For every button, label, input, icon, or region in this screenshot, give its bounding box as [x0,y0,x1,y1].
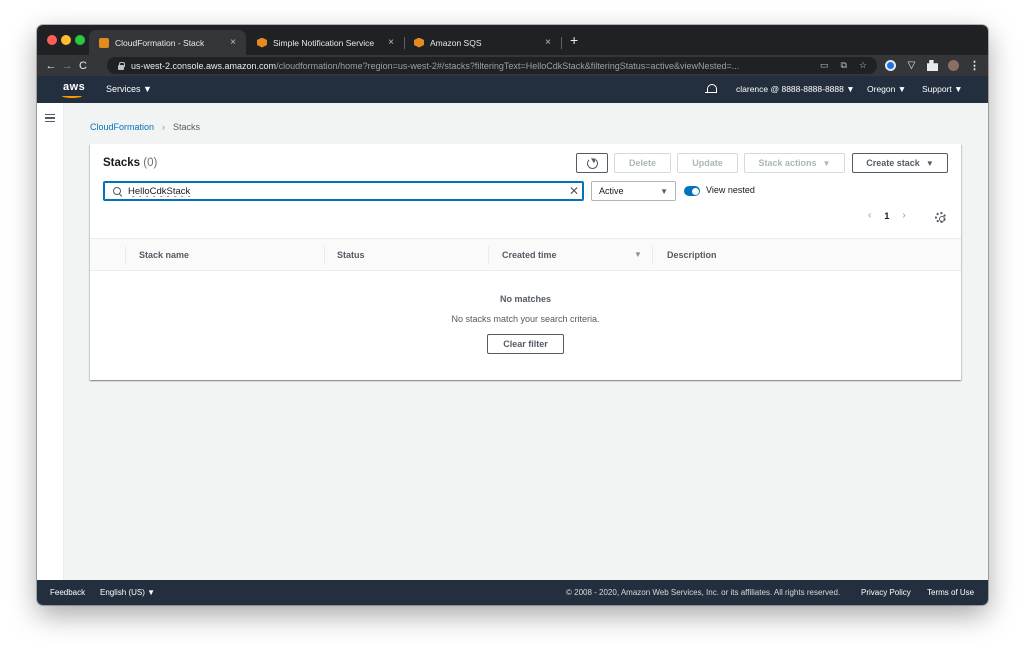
stack-actions-label: Stack actions [758,158,817,168]
close-tab-icon[interactable]: × [541,37,555,48]
privacy-policy-link[interactable]: Privacy Policy [861,588,911,597]
stack-count: (0) [143,157,158,169]
services-menu[interactable]: Services ▼ [106,84,152,94]
bookmark-star-icon[interactable]: ☆ [859,60,867,71]
aws-logo[interactable]: aws [63,81,85,93]
caret-down-icon: ▼ [822,158,831,168]
notifications-bell-icon[interactable] [705,83,717,95]
column-status[interactable]: Status [337,250,365,260]
region-menu[interactable]: Oregon ▼ [867,84,906,94]
cast-icon[interactable]: ▭ [820,60,829,71]
reload-icon[interactable]: C [75,60,91,72]
aws-favicon-icon [257,37,267,48]
refresh-icon [586,157,598,169]
search-icon [113,186,122,196]
account-menu[interactable]: clarence @ 8888-8888-8888 ▼ [736,84,855,94]
breadcrumb-current: Stacks [173,122,201,132]
side-nav-rail [37,103,64,580]
address-bar[interactable]: us-west-2.console.aws.amazon.com /cloudf… [107,57,877,74]
aws-console-header: aws Services ▼ clarence @ 8888-8888-8888… [37,76,988,103]
hamburger-menu-icon[interactable] [45,114,55,122]
panel-title-text: Stacks [103,157,141,169]
panel-title: Stacks (0) [103,157,157,169]
clear-search-icon[interactable]: ✕ [565,184,583,198]
browser-toolbar: ← → C us-west-2.console.aws.amazon.com /… [37,55,988,76]
tab-label: CloudFormation - Stack [115,37,205,48]
empty-state-description: No stacks match your search criteria. [451,314,600,324]
new-tab-button[interactable]: + [570,33,578,47]
tab-divider [561,37,562,49]
password-manager-icon[interactable] [885,60,896,71]
caret-down-icon: ▼ [660,186,668,196]
clear-filter-button[interactable]: Clear filter [487,334,564,354]
support-menu[interactable]: Support ▼ [922,84,963,94]
stack-search-field[interactable]: ✕ [103,181,584,201]
prev-page-icon[interactable]: ‹ [868,210,871,221]
stacks-panel: Stacks (0) Delete Update Stack actions ▼… [90,144,961,380]
empty-state-title: No matches [499,294,552,304]
create-stack-button[interactable]: Create stack ▼ [852,153,948,173]
tab-sqs[interactable]: Amazon SQS × [404,30,561,55]
extensions-puzzle-icon[interactable] [927,60,938,71]
close-tab-icon[interactable]: × [384,37,398,48]
browser-window: CloudFormation - Stack × Simple Notifica… [37,25,988,605]
url-path: /cloudformation/home?region=us-west-2#/s… [276,60,740,71]
minimize-window-button[interactable] [61,35,71,45]
breadcrumb-cloudformation-link[interactable]: CloudFormation [90,122,154,132]
page-number[interactable]: 1 [884,211,889,221]
table-settings-gear-icon[interactable] [935,212,946,223]
next-page-icon[interactable]: › [902,210,905,221]
terms-of-use-link[interactable]: Terms of Use [927,588,974,597]
chevron-right-icon: › [162,122,166,132]
cloudformation-favicon-icon [99,37,109,48]
caret-down-icon: ▼ [925,158,934,168]
lock-icon [117,61,125,70]
close-tab-icon[interactable]: × [226,37,240,48]
copyright-text: © 2008 - 2020, Amazon Web Services, Inc.… [566,588,841,597]
breadcrumb: CloudFormation › Stacks [90,122,200,132]
aws-favicon-icon [414,37,424,48]
tab-strip: CloudFormation - Stack × Simple Notifica… [37,25,988,55]
console-footer: Feedback English (US) ▼ © 2008 - 2020, A… [37,580,988,605]
tab-label: Amazon SQS [430,37,482,48]
column-stack-name[interactable]: Stack name [139,250,189,260]
vpn-shield-icon[interactable]: ▽ [906,60,917,71]
feedback-link[interactable]: Feedback [50,588,85,597]
browser-menu-icon[interactable]: ⋮ [969,59,980,72]
tab-label: Simple Notification Service [273,37,375,48]
aws-smile-icon [62,94,82,98]
column-divider [488,246,489,265]
status-filter-select[interactable]: Active ▼ [591,181,676,201]
column-divider [324,246,325,265]
view-nested-label: View nested [706,185,755,195]
stack-actions-button[interactable]: Stack actions ▼ [744,153,845,173]
refresh-button[interactable] [576,153,608,173]
table-header: Stack name Status Created time ▼ Descrip… [90,238,961,271]
pagination: ‹ 1 › [868,210,906,221]
close-window-button[interactable] [47,35,57,45]
zoom-window-button[interactable] [75,35,85,45]
status-filter-value: Active [599,186,624,196]
profile-avatar-icon[interactable] [948,60,959,71]
tab-cloudformation[interactable]: CloudFormation - Stack × [89,30,246,55]
column-divider [125,246,126,265]
back-arrow-icon[interactable]: ← [43,60,59,72]
column-description[interactable]: Description [667,250,717,260]
url-host: us-west-2.console.aws.amazon.com [131,60,277,71]
update-button[interactable]: Update [677,153,738,173]
delete-button[interactable]: Delete [614,153,671,173]
forward-arrow-icon[interactable]: → [59,60,75,72]
create-stack-label: Create stack [866,158,920,168]
sort-descending-icon[interactable]: ▼ [634,250,642,259]
search-input[interactable] [128,185,565,197]
tab-sns[interactable]: Simple Notification Service × [247,30,404,55]
column-created-time[interactable]: Created time [502,250,557,260]
column-divider [652,246,653,265]
language-selector[interactable]: English (US) ▼ [100,588,155,597]
view-nested-toggle[interactable] [684,186,700,196]
translate-icon[interactable]: ⧉ [840,60,846,71]
